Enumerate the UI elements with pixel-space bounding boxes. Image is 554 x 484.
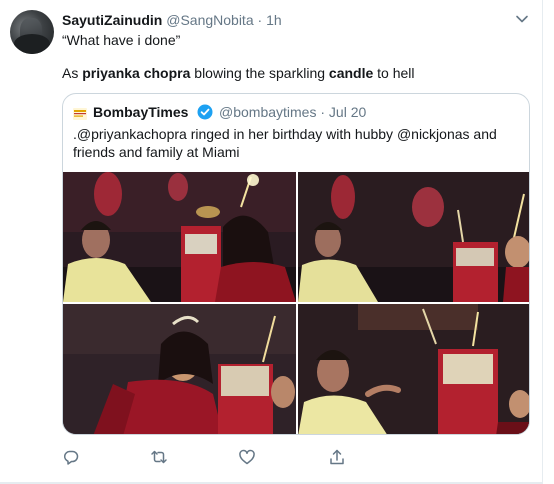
chevron-down-icon[interactable] <box>515 12 529 26</box>
separator-dot: · <box>257 12 263 28</box>
photo-1[interactable] <box>63 172 296 302</box>
like-icon[interactable] <box>238 448 258 468</box>
avatar-shoulders <box>14 34 50 54</box>
text-segment: blowing the sparkling <box>190 65 329 81</box>
quoted-display-name[interactable]: BombayTimes <box>93 103 188 121</box>
avatar[interactable] <box>10 10 54 54</box>
tweet-card[interactable]: SayutiZainudin @SangNobita · 1h “What ha… <box>0 0 543 484</box>
tweet-text-line-1: “What have i done” <box>62 32 181 48</box>
text-segment: As <box>62 65 83 81</box>
photo-grid <box>63 172 529 434</box>
text-segment: to hell <box>373 65 415 81</box>
user-handle[interactable]: @SangNobita <box>166 12 253 28</box>
verified-badge-icon <box>197 104 213 120</box>
text-segment-bold: priyanka chopra <box>82 65 191 81</box>
separator-dot: · <box>320 104 326 120</box>
quoted-meta: @bombaytimes · Jul 20 <box>219 103 366 121</box>
tweet-actions <box>62 448 362 468</box>
photo-4[interactable] <box>298 304 529 434</box>
display-name[interactable]: SayutiZainudin <box>62 12 162 28</box>
retweet-icon[interactable] <box>150 448 170 468</box>
quoted-handle[interactable]: @bombaytimes <box>219 104 316 120</box>
quoted-date[interactable]: Jul 20 <box>329 104 366 120</box>
photo-2[interactable] <box>298 172 529 302</box>
tweet-header: SayutiZainudin @SangNobita · 1h <box>62 11 282 29</box>
share-icon[interactable] <box>328 448 348 468</box>
bombay-times-logo-icon <box>73 106 87 120</box>
tweet-time[interactable]: 1h <box>266 12 282 28</box>
photo-3[interactable] <box>63 304 296 434</box>
quoted-text: .@priyankachopra ringed in her birthday … <box>73 126 497 160</box>
quoted-tweet[interactable]: BombayTimes @bombaytimes · Jul 20 .@priy… <box>62 93 530 435</box>
tweet-text-line-2: As priyanka chopra blowing the sparkling… <box>62 64 415 82</box>
text-segment-bold: candle <box>328 65 374 81</box>
reply-icon[interactable] <box>62 448 82 468</box>
